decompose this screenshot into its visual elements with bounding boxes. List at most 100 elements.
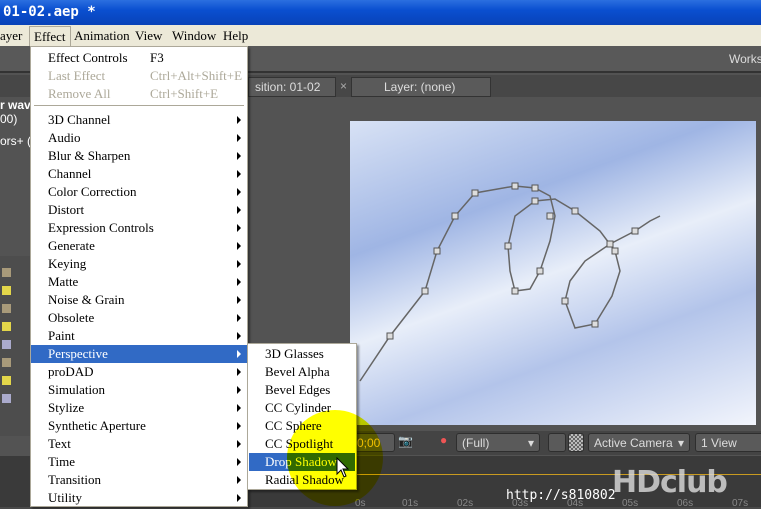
menu-item-label: Bevel Edges xyxy=(265,382,331,397)
menu-item-perspective[interactable]: Perspective xyxy=(31,345,247,363)
menu-item-paint[interactable]: Paint xyxy=(31,327,247,345)
submenu-item-3d-glasses[interactable]: 3D Glasses xyxy=(249,345,355,363)
menu-item-blur-sharpen[interactable]: Blur & Sharpen xyxy=(31,147,247,165)
menu-item-simulation[interactable]: Simulation xyxy=(31,381,247,399)
menu-window[interactable]: Window xyxy=(172,28,216,44)
menu-animation[interactable]: Animation xyxy=(74,28,130,44)
color-channels-icon[interactable]: ● xyxy=(440,433,447,447)
label-swatch[interactable] xyxy=(2,322,11,331)
submenu-item-cc-sphere[interactable]: CC Sphere xyxy=(249,417,355,435)
submenu-arrow-icon xyxy=(237,440,241,448)
tab-label: Layer: (none) xyxy=(384,80,456,94)
tab-layer[interactable]: Layer: (none) xyxy=(351,77,491,97)
window-title: 01-02.aep * xyxy=(3,4,96,20)
menu-item-label: Color Correction xyxy=(48,184,137,199)
menu-item-color-correction[interactable]: Color Correction xyxy=(31,183,247,201)
tick-label: 0s xyxy=(355,498,366,509)
menu-item-effect-controls[interactable]: Effect Controls F3 xyxy=(31,49,247,67)
menu-layer[interactable]: ayer xyxy=(0,28,22,44)
menu-item-time[interactable]: Time xyxy=(31,453,247,471)
menu-item-label: Drop Shadow xyxy=(265,454,337,469)
region-of-interest-button[interactable] xyxy=(548,433,566,452)
menu-item-label: CC Spotlight xyxy=(265,436,334,451)
menu-item-label: Obsolete xyxy=(48,310,95,325)
label-swatch[interactable] xyxy=(2,394,11,403)
mouse-cursor-icon xyxy=(336,457,350,478)
submenu-arrow-icon xyxy=(237,332,241,340)
label-swatch[interactable] xyxy=(2,340,11,349)
submenu-arrow-icon xyxy=(237,458,241,466)
menu-item-utility[interactable]: Utility xyxy=(31,489,247,507)
tick-label: 01s xyxy=(402,498,419,509)
menu-item-stylize[interactable]: Stylize xyxy=(31,399,247,417)
menu-item-obsolete[interactable]: Obsolete xyxy=(31,309,247,327)
menu-item-generate[interactable]: Generate xyxy=(31,237,247,255)
submenu-item-bevel-edges[interactable]: Bevel Edges xyxy=(249,381,355,399)
menu-separator xyxy=(34,105,244,106)
submenu-arrow-icon xyxy=(237,494,241,502)
menu-item-audio[interactable]: Audio xyxy=(31,129,247,147)
info-line: 00) xyxy=(0,112,18,126)
menu-item-text[interactable]: Text xyxy=(31,435,247,453)
menu-item-channel[interactable]: Channel xyxy=(31,165,247,183)
menu-item-matte[interactable]: Matte xyxy=(31,273,247,291)
resolution-dropdown[interactable]: (Full) ▾ xyxy=(456,433,540,452)
submenu-arrow-icon xyxy=(237,188,241,196)
submenu-arrow-icon xyxy=(237,368,241,376)
motion-path[interactable] xyxy=(350,121,756,425)
menu-item-label: Text xyxy=(48,436,71,451)
menu-item-label: Perspective xyxy=(48,346,108,361)
menu-item-noise-grain[interactable]: Noise & Grain xyxy=(31,291,247,309)
submenu-item-cc-cylinder[interactable]: CC Cylinder xyxy=(249,399,355,417)
label-swatch[interactable] xyxy=(2,268,11,277)
chevron-down-icon: ▾ xyxy=(527,436,534,450)
menu-item-3d-channel[interactable]: 3D Channel xyxy=(31,111,247,129)
close-icon[interactable]: × xyxy=(340,79,347,93)
title-bar: 01-02.aep * xyxy=(0,0,761,25)
chevron-down-icon: ▾ xyxy=(677,436,684,450)
submenu-arrow-icon xyxy=(237,296,241,304)
submenu-arrow-icon xyxy=(237,278,241,286)
menu-item-label: Keying xyxy=(48,256,87,271)
menu-item-expression-controls[interactable]: Expression Controls xyxy=(31,219,247,237)
submenu-arrow-icon xyxy=(237,404,241,412)
shortcut-label: F3 xyxy=(150,50,164,65)
menu-item-keying[interactable]: Keying xyxy=(31,255,247,273)
menu-item-transition[interactable]: Transition xyxy=(31,471,247,489)
hdclub-watermark-logo: HDclub xyxy=(612,465,728,500)
submenu-arrow-icon xyxy=(237,350,241,358)
label-swatch[interactable] xyxy=(2,304,11,313)
menu-item-label: Simulation xyxy=(48,382,106,397)
submenu-arrow-icon xyxy=(237,170,241,178)
tab-composition[interactable]: sition: 01-02 xyxy=(248,77,336,97)
watermark-url: http://s810802 xyxy=(506,488,616,503)
submenu-arrow-icon xyxy=(237,116,241,124)
menu-item-distort[interactable]: Distort xyxy=(31,201,247,219)
submenu-arrow-icon xyxy=(237,476,241,484)
views-value: 1 View xyxy=(701,436,737,450)
menu-effect[interactable]: Effect xyxy=(29,26,71,46)
menu-item-prodad[interactable]: proDAD xyxy=(31,363,247,381)
submenu-item-bevel-alpha[interactable]: Bevel Alpha xyxy=(249,363,355,381)
submenu-arrow-icon xyxy=(237,224,241,232)
label-swatch[interactable] xyxy=(2,376,11,385)
menu-view[interactable]: View xyxy=(135,28,162,44)
transparency-grid-button[interactable] xyxy=(568,433,584,452)
menu-item-label: 3D Glasses xyxy=(265,346,324,361)
composition-viewer[interactable] xyxy=(350,121,756,425)
camera-dropdown[interactable]: Active Camera ▾ xyxy=(588,433,690,452)
timecode-display[interactable]: 0;00 xyxy=(351,433,395,452)
menu-item-label: Expression Controls xyxy=(48,220,154,235)
menu-item-synthetic-aperture[interactable]: Synthetic Aperture xyxy=(31,417,247,435)
tick-label: 02s xyxy=(457,498,474,509)
menu-item-label: CC Cylinder xyxy=(265,400,332,415)
label-swatch[interactable] xyxy=(2,286,11,295)
label-swatch[interactable] xyxy=(2,358,11,367)
submenu-arrow-icon xyxy=(237,422,241,430)
camera-snapshot-icon[interactable]: 📷 xyxy=(398,434,413,448)
workspace-label[interactable]: Works xyxy=(729,52,761,66)
submenu-item-cc-spotlight[interactable]: CC Spotlight xyxy=(249,435,355,453)
views-dropdown[interactable]: 1 View xyxy=(695,433,761,452)
menu-help[interactable]: Help xyxy=(223,28,248,44)
submenu-arrow-icon xyxy=(237,134,241,142)
